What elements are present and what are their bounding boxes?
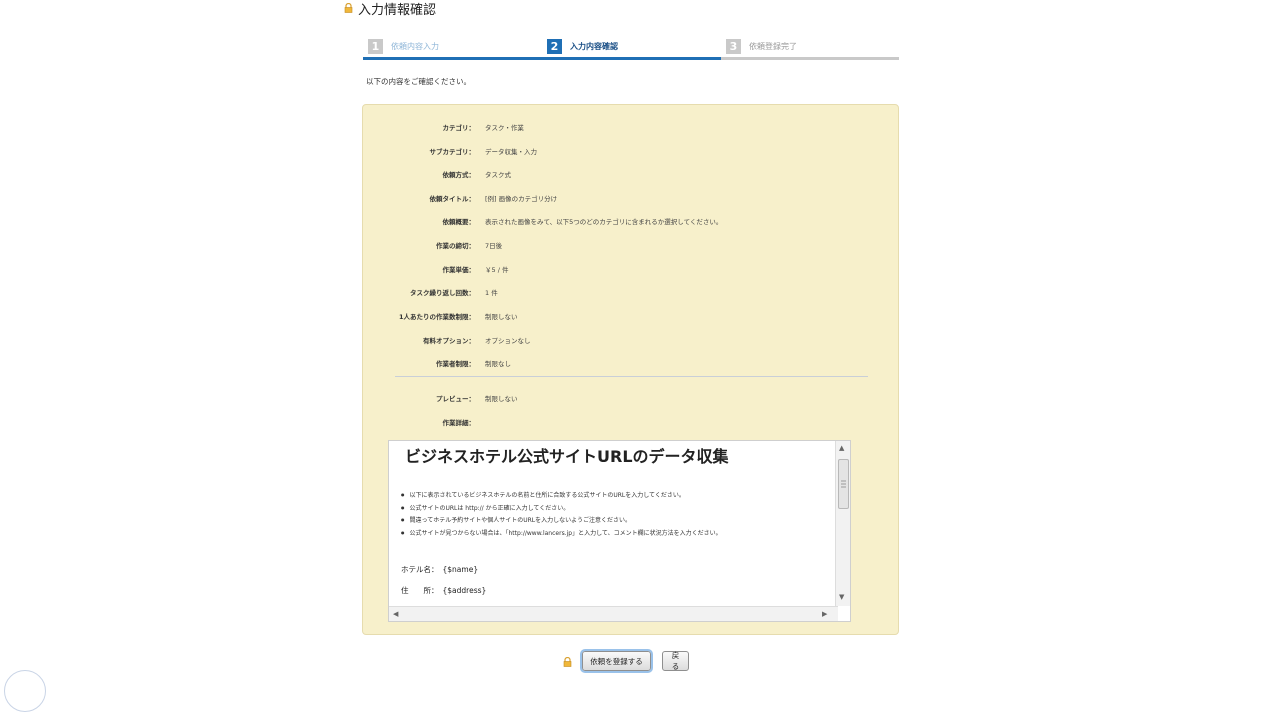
- detail-row-summary: 依頼概要： 表示された画像をみて、以下5つのどのカテゴリに含まれるか選択してくだ…: [363, 216, 900, 228]
- back-button[interactable]: 戻る: [662, 651, 689, 671]
- intro-text: 以下の内容をご確認ください。: [366, 77, 471, 86]
- preview-field-value: {$address}: [442, 586, 487, 595]
- section-divider: [395, 376, 868, 377]
- detail-row-method: 依頼方式： タスク式: [363, 169, 900, 181]
- detail-row-unit-price: 作業単価： ￥5 / 件: [363, 264, 900, 276]
- detail-row-deadline: 作業の締切： 7日後: [363, 240, 900, 252]
- detail-value: 表示された画像をみて、以下5つのどのカテゴリに含まれるか選択してください。: [485, 218, 723, 226]
- corner-decoration: [4, 670, 46, 712]
- preview-field-hotel-name: ホテル名： {$name}: [401, 564, 478, 575]
- horizontal-scrollbar[interactable]: ◀ ▶: [389, 606, 838, 621]
- detail-value: [例] 画像のカテゴリ分け: [485, 195, 558, 203]
- list-item: 公式サイトが見つからない場合は、「http://www.lancers.jp」と…: [401, 527, 722, 540]
- lock-icon: [563, 657, 572, 667]
- detail-label: 作業単価：: [442, 266, 476, 274]
- detail-row-repeat-count: タスク繰り返し回数： 1 件: [363, 287, 900, 299]
- detail-row-paid-option: 有料オプション： オプションなし: [363, 335, 900, 347]
- page-title-text: 入力情報確認: [358, 2, 437, 18]
- scroll-up-icon[interactable]: ▲: [839, 444, 844, 452]
- detail-row-per-person-limit: 1人あたりの作業数制限： 制限しない: [363, 311, 900, 323]
- preview-field-address: 住 所： {$address}: [401, 585, 486, 596]
- step-3-number: 3: [726, 38, 741, 54]
- detail-row-subcategory: サブカテゴリ： データ収集・入力: [363, 146, 900, 158]
- detail-row-preview: プレビュー： 制限しない: [363, 393, 900, 405]
- preview-field-label: ホテル名：: [401, 565, 439, 574]
- detail-value: タスク・作業: [485, 124, 524, 132]
- detail-label: プレビュー：: [436, 395, 475, 403]
- detail-label: 有料オプション：: [423, 337, 475, 345]
- step-progress-line-todo: [721, 57, 899, 60]
- detail-label: 作業詳細：: [442, 419, 476, 427]
- scroll-left-icon[interactable]: ◀: [393, 610, 398, 618]
- step-2: 2 入力内容確認: [547, 36, 618, 56]
- vertical-scrollbar[interactable]: ▲ ▼: [835, 441, 850, 606]
- detail-row-work-details: 作業詳細：: [363, 417, 900, 429]
- scroll-down-icon[interactable]: ▼: [839, 593, 844, 601]
- detail-value: 1 件: [485, 289, 498, 297]
- preview-instructions: 以下に表示されているビジネスホテルの名前と住所に合致する公式サイトのURLを入力…: [401, 489, 722, 539]
- progress-steps: 1 依頼内容入力 2 入力内容確認 3 依頼登録完了: [363, 36, 899, 60]
- grip-icon: [841, 480, 846, 488]
- detail-label: 依頼概要：: [442, 218, 476, 226]
- list-item: 公式サイトのURLは http:// から正確に入力してください。: [401, 502, 722, 515]
- detail-value: ￥5 / 件: [485, 266, 509, 274]
- detail-row-worker-limit: 作業者制限： 制限なし: [363, 358, 900, 370]
- detail-label: サブカテゴリ：: [429, 148, 476, 156]
- detail-row-title: 依頼タイトル： [例] 画像のカテゴリ分け: [363, 193, 900, 205]
- lock-icon: [344, 3, 353, 13]
- preview-field-label: 住 所：: [401, 586, 439, 595]
- step-1: 1 依頼内容入力: [368, 36, 439, 56]
- detail-value: オプションなし: [485, 337, 531, 345]
- page-title: 入力情報確認: [344, 0, 437, 18]
- detail-label: カテゴリ：: [442, 124, 476, 132]
- preview-title: ビジネスホテル公式サイトURLのデータ収集: [405, 447, 729, 466]
- detail-row-category: カテゴリ： タスク・作業: [363, 122, 900, 134]
- step-1-number: 1: [368, 38, 383, 54]
- detail-value: データ収集・入力: [485, 148, 537, 156]
- list-item: 間違ってホテル予約サイトや個人サイトのURLを入力しないようご注意ください。: [401, 514, 722, 527]
- detail-label: 依頼方式：: [442, 171, 476, 179]
- detail-label: タスク繰り返し回数：: [410, 289, 475, 297]
- work-details-preview[interactable]: ビジネスホテル公式サイトURLのデータ収集 以下に表示されているビジネスホテルの…: [388, 440, 851, 622]
- detail-label: 依頼タイトル：: [429, 195, 476, 203]
- scrollbar-thumb[interactable]: [838, 459, 849, 509]
- confirmation-panel: カテゴリ： タスク・作業 サブカテゴリ： データ収集・入力 依頼方式： タスク式…: [362, 104, 899, 635]
- step-1-label: 依頼内容入力: [391, 41, 439, 51]
- preview-field-value: {$name}: [442, 565, 479, 574]
- step-2-number: 2: [547, 38, 562, 54]
- detail-value: 7日後: [485, 242, 503, 250]
- step-progress-line-done: [363, 57, 721, 60]
- detail-label: 作業の締切：: [436, 242, 475, 250]
- step-3-label: 依頼登録完了: [749, 41, 797, 51]
- detail-value: 制限しない: [485, 395, 518, 403]
- list-item: 以下に表示されているビジネスホテルの名前と住所に合致する公式サイトのURLを入力…: [401, 489, 722, 502]
- submit-request-button[interactable]: 依頼を登録する: [580, 649, 653, 673]
- detail-value: 制限しない: [485, 313, 518, 321]
- detail-label: 作業者制限：: [436, 360, 475, 368]
- detail-label: 1人あたりの作業数制限：: [398, 313, 475, 321]
- detail-value: 制限なし: [485, 360, 511, 368]
- step-2-label: 入力内容確認: [570, 41, 618, 51]
- step-3: 3 依頼登録完了: [726, 36, 797, 56]
- scroll-right-icon[interactable]: ▶: [822, 610, 827, 618]
- detail-value: タスク式: [485, 171, 511, 179]
